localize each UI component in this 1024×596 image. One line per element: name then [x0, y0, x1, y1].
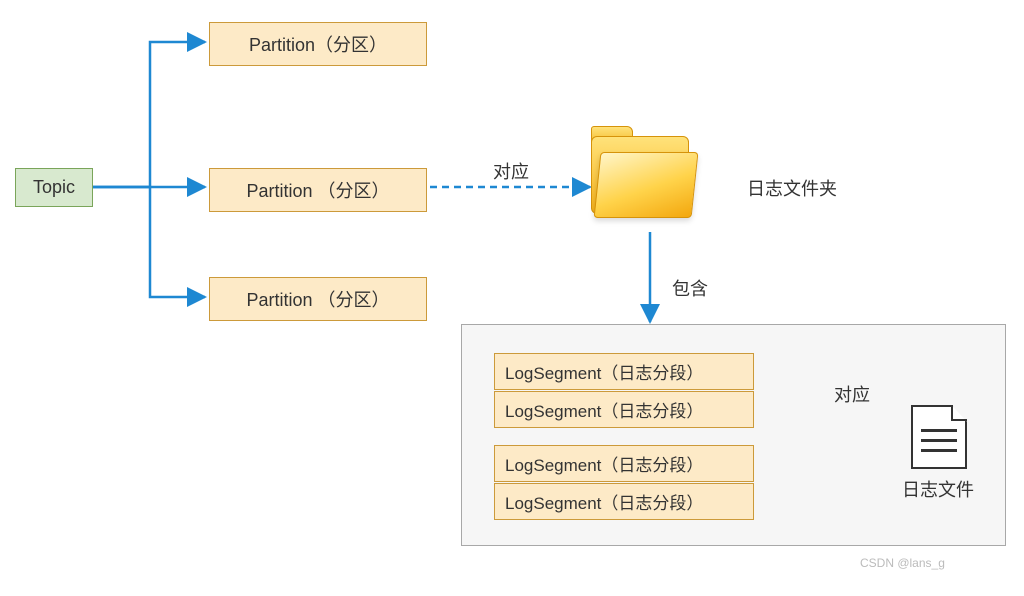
- partition-node: Partition（分区）: [209, 22, 427, 66]
- partition-node: Partition （分区）: [209, 168, 427, 212]
- logsegment-node: LogSegment（日志分段）: [494, 391, 754, 428]
- logsegment-group: LogSegment（日志分段） LogSegment（日志分段） LogSeg…: [461, 324, 1006, 546]
- arrow-label-contains: 包含: [672, 275, 708, 301]
- partition-label: Partition （分区）: [246, 181, 389, 201]
- partition-label: Partition（分区）: [249, 35, 387, 55]
- topic-node: Topic: [15, 168, 93, 207]
- logsegment-label: LogSegment（日志分段）: [505, 364, 703, 383]
- logsegment-label: LogSegment（日志分段）: [505, 456, 703, 475]
- document-icon: [911, 405, 967, 469]
- logsegment-label: LogSegment（日志分段）: [505, 402, 703, 421]
- file-label: 日志文件: [902, 476, 974, 502]
- folder-icon: [583, 122, 713, 232]
- arrow-label-corresponds: 对应: [834, 381, 870, 407]
- logsegment-node: LogSegment（日志分段）: [494, 353, 754, 390]
- logsegment-label: LogSegment（日志分段）: [505, 494, 703, 513]
- watermark: CSDN @lans_g: [860, 556, 945, 570]
- topic-label: Topic: [33, 177, 75, 197]
- folder-label: 日志文件夹: [747, 175, 837, 201]
- partition-node: Partition （分区）: [209, 277, 427, 321]
- arrow-label-corresponds: 对应: [493, 158, 529, 184]
- partition-label: Partition （分区）: [246, 290, 389, 310]
- logsegment-node: LogSegment（日志分段）: [494, 483, 754, 520]
- logsegment-node: LogSegment（日志分段）: [494, 445, 754, 482]
